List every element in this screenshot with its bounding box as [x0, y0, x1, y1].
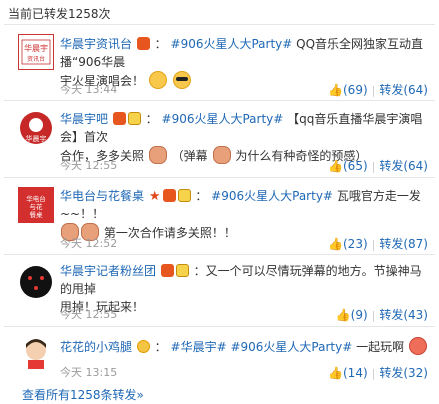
- like-count[interactable]: (9): [351, 308, 368, 322]
- list-item: 华电台 与花 餐桌 华电台与花餐桌 ★ ： #906火星人大Party# 瓦哦官…: [0, 177, 439, 254]
- svg-text:华晨宇: 华晨宇: [24, 43, 48, 53]
- post-time: 今天 12:55: [60, 159, 118, 172]
- vip-icon: [162, 189, 176, 202]
- svg-text:华电台: 华电台: [26, 194, 46, 203]
- like-count[interactable]: (23): [343, 237, 368, 251]
- avatar[interactable]: [18, 334, 54, 370]
- v-badge-icon: [136, 340, 150, 353]
- avatar[interactable]: 华晨宇 资讯台: [18, 34, 54, 70]
- list-item: 花花的小鸡腿 ： #华晨宇# #906火星人大Party# 一起玩啊 今天 13…: [0, 326, 439, 382]
- avatar-image-icon: 华晨宇 资讯台: [18, 34, 54, 70]
- vip-icon: [160, 264, 174, 277]
- post-time: 今天 12:55: [60, 308, 118, 321]
- topic-link[interactable]: #906火星人大Party#: [230, 340, 352, 354]
- svg-text:与花: 与花: [30, 202, 44, 211]
- repost-count-header: 当前已转发1258次: [8, 7, 111, 21]
- user-link[interactable]: 花花的小鸡腿: [60, 340, 132, 354]
- user-link[interactable]: 华晨宇吧: [60, 112, 108, 126]
- tv-icon: [177, 189, 191, 202]
- thumb-up-icon[interactable]: 👍: [328, 159, 343, 173]
- thumb-up-icon[interactable]: 👍: [336, 308, 351, 322]
- topic-link[interactable]: #华晨宇#: [171, 340, 227, 354]
- list-item: 华晨宇 华晨宇吧 ： #906火星人大Party# 【qq音乐直播华晨宇演唱会】…: [0, 100, 439, 177]
- topic-link[interactable]: #906火星人大Party#: [162, 112, 284, 126]
- user-link[interactable]: 华晨宇资讯台: [60, 37, 132, 51]
- post-text: 一起玩啊: [356, 340, 405, 354]
- repost-button[interactable]: 转发(43): [379, 308, 428, 322]
- thumb-up-icon[interactable]: 👍: [328, 83, 343, 97]
- post-time: 今天 13:44: [60, 83, 118, 96]
- svg-text:资讯台: 资讯台: [27, 55, 45, 63]
- emoji-icon: [408, 337, 427, 355]
- vip-icon: [112, 112, 126, 125]
- vip-icon: [136, 37, 150, 50]
- thumb-up-icon[interactable]: 👍: [328, 237, 343, 251]
- view-all-reposts-link[interactable]: 查看所有1258条转发»: [22, 386, 144, 403]
- avatar[interactable]: 华晨宇: [18, 110, 54, 146]
- repost-button[interactable]: 转发(87): [379, 237, 428, 251]
- repost-button[interactable]: 转发(64): [379, 159, 428, 173]
- tv-icon: [175, 264, 189, 277]
- avatar[interactable]: 华电台 与花 餐桌: [18, 187, 54, 223]
- user-link[interactable]: 华电台与花餐桌: [60, 189, 144, 203]
- repost-button[interactable]: 转发(64): [379, 83, 428, 97]
- tv-icon: [127, 112, 141, 125]
- avatar-image-icon: 华晨宇: [18, 110, 54, 146]
- avatar-image-icon: [18, 264, 54, 300]
- like-count[interactable]: (14): [343, 366, 368, 380]
- topic-link[interactable]: #906火星人大Party#: [171, 37, 293, 51]
- avatar-image-icon: [18, 334, 54, 370]
- post-time: 今天 13:15: [60, 366, 118, 379]
- avatar-image-icon: 华电台 与花 餐桌: [18, 187, 54, 223]
- like-count[interactable]: (65): [343, 159, 368, 173]
- svg-text:华晨宇: 华晨宇: [26, 134, 47, 143]
- post-time: 今天 12:52: [60, 237, 118, 250]
- avatar[interactable]: [18, 264, 54, 300]
- topic-link[interactable]: #906火星人大Party#: [211, 189, 333, 203]
- user-link[interactable]: 华晨宇记者粉丝团: [60, 264, 156, 278]
- repost-button[interactable]: 转发(32): [379, 366, 428, 380]
- star-icon: ★: [148, 189, 161, 204]
- list-item: 华晨宇记者粉丝团 ：又一个可以尽情玩弹幕的地方。节操神马的甩掉 甩掉！玩起来！ …: [0, 254, 439, 326]
- svg-text:餐桌: 餐桌: [30, 210, 44, 219]
- thumb-up-icon[interactable]: 👍: [328, 366, 343, 380]
- like-count[interactable]: (69): [343, 83, 368, 97]
- list-item: 华晨宇 资讯台 华晨宇资讯台 ： #906火星人大Party# QQ音乐全网独家…: [0, 24, 439, 100]
